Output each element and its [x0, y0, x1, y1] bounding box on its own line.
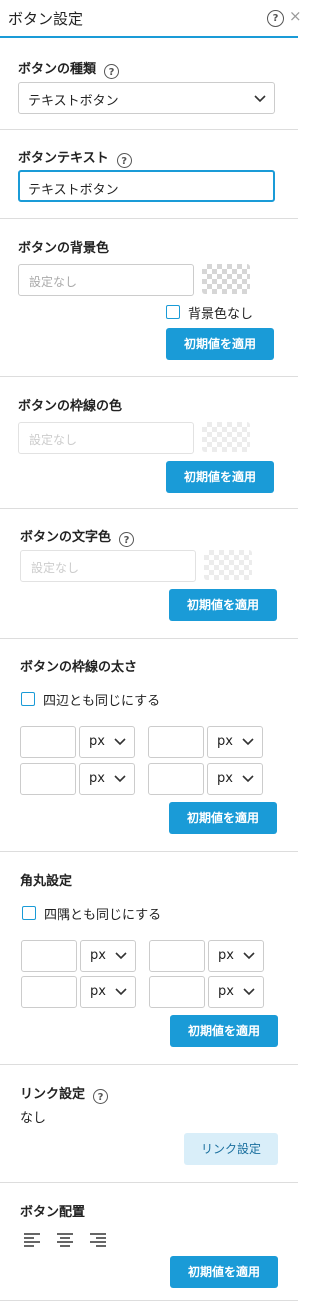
border-width-top-unit-select[interactable]: px	[79, 726, 135, 758]
unit-value: px	[217, 734, 233, 749]
bg-color-input[interactable]: 設定なし	[18, 264, 194, 296]
help-icon[interactable]: ?	[116, 153, 132, 168]
radius-top-left-unit-select[interactable]: px	[80, 940, 136, 972]
help-icon[interactable]: ?	[93, 1089, 109, 1104]
help-icon[interactable]: ?	[119, 532, 135, 547]
button-text-label: ボタンテキスト?	[18, 147, 132, 168]
align-left-icon[interactable]	[24, 1232, 40, 1248]
help-icon[interactable]: ?	[267, 10, 284, 27]
help-icon[interactable]: ?	[104, 64, 120, 79]
unit-value: px	[90, 948, 106, 963]
section-radius: 角丸設定 四隅とも同じにする px px px px 初期値を適用	[0, 852, 298, 1065]
radius-bottom-right-unit-select[interactable]: px	[208, 976, 264, 1008]
border-width-right-unit-select[interactable]: px	[207, 726, 263, 758]
chevron-down-icon	[114, 775, 126, 783]
chevron-down-icon	[115, 952, 127, 960]
border-width-apply-default-button[interactable]: 初期値を適用	[169, 802, 277, 834]
radius-bottom-left-input[interactable]	[21, 976, 77, 1008]
unit-value: px	[89, 734, 105, 749]
chevron-down-icon	[242, 738, 254, 746]
text-color-apply-default-button[interactable]: 初期値を適用	[169, 589, 277, 621]
chevron-down-icon	[243, 952, 255, 960]
chevron-down-icon	[243, 988, 255, 996]
border-color-label: ボタンの枠線の色	[18, 399, 123, 414]
align-center-icon[interactable]	[57, 1232, 73, 1248]
button-type-select[interactable]: テキストボタン	[18, 82, 275, 114]
bg-none-label: 背景色なし	[188, 307, 254, 322]
bg-color-swatch[interactable]	[202, 264, 250, 294]
border-width-right-input[interactable]	[148, 726, 204, 758]
bg-color-label: ボタンの背景色	[18, 241, 110, 256]
border-width-top-input[interactable]	[20, 726, 76, 758]
unit-value: px	[218, 948, 234, 963]
section-link: リンク設定? なし リンク設定	[0, 1065, 298, 1183]
section-border-width: ボタンの枠線の太さ 四辺とも同じにする px px px px 初期値を適用	[0, 639, 298, 852]
chevron-down-icon	[114, 738, 126, 746]
border-width-left-unit-select[interactable]: px	[207, 763, 263, 795]
bg-color-placeholder: 設定なし	[29, 275, 78, 289]
button-type-label: ボタンの種類?	[18, 58, 120, 79]
chevron-down-icon	[242, 775, 254, 783]
border-width-left-input[interactable]	[148, 763, 204, 795]
text-color-swatch[interactable]	[204, 550, 252, 580]
border-color-placeholder: 設定なし	[29, 433, 78, 447]
section-bg-color: ボタンの背景色 設定なし 背景色なし 初期値を適用	[0, 219, 298, 377]
text-color-placeholder: 設定なし	[31, 561, 80, 575]
panel-header: ボタン設定 ? ×	[0, 0, 302, 38]
radius-same-checkbox[interactable]	[22, 906, 36, 920]
border-same-label: 四辺とも同じにする	[43, 694, 161, 709]
radius-label: 角丸設定	[20, 874, 73, 889]
radius-apply-default-button[interactable]: 初期値を適用	[170, 1015, 278, 1047]
align-right-icon[interactable]	[90, 1232, 106, 1248]
align-apply-default-button[interactable]: 初期値を適用	[170, 1256, 278, 1288]
radius-top-right-unit-select[interactable]: px	[208, 940, 264, 972]
link-value: なし	[20, 1111, 47, 1126]
section-text-color: ボタンの文字色? 設定なし 初期値を適用	[0, 509, 298, 639]
section-button-type: ボタンの種類? テキストボタン	[0, 38, 298, 130]
radius-bottom-right-input[interactable]	[149, 976, 205, 1008]
button-type-value: テキストボタン	[28, 94, 119, 109]
unit-value: px	[89, 771, 105, 786]
link-settings-button[interactable]: リンク設定	[184, 1133, 278, 1165]
radius-bottom-left-unit-select[interactable]: px	[80, 976, 136, 1008]
unit-value: px	[217, 771, 233, 786]
unit-value: px	[90, 984, 106, 999]
button-text-value: テキストボタン	[28, 183, 119, 198]
unit-value: px	[218, 984, 234, 999]
link-label: リンク設定?	[20, 1083, 109, 1104]
border-same-checkbox[interactable]	[21, 692, 35, 706]
section-button-align: ボタン配置 初期値を適用	[0, 1183, 298, 1301]
radius-top-left-input[interactable]	[21, 940, 77, 972]
panel-title: ボタン設定	[8, 10, 84, 28]
radius-same-label: 四隅とも同じにする	[44, 908, 162, 923]
bg-apply-default-button[interactable]: 初期値を適用	[166, 328, 274, 360]
text-color-label: ボタンの文字色?	[20, 526, 135, 547]
chevron-down-icon	[115, 988, 127, 996]
button-align-label: ボタン配置	[20, 1205, 86, 1220]
border-color-swatch[interactable]	[202, 422, 250, 452]
section-border-color: ボタンの枠線の色 設定なし 初期値を適用	[0, 377, 298, 509]
bg-none-checkbox[interactable]	[166, 305, 180, 319]
text-color-input[interactable]: 設定なし	[20, 550, 196, 582]
close-icon[interactable]: ×	[289, 7, 302, 25]
chevron-down-icon	[254, 95, 266, 103]
border-width-bottom-input[interactable]	[20, 763, 76, 795]
border-width-bottom-unit-select[interactable]: px	[79, 763, 135, 795]
radius-top-right-input[interactable]	[149, 940, 205, 972]
section-button-text: ボタンテキスト? テキストボタン	[0, 130, 298, 219]
border-width-label: ボタンの枠線の太さ	[20, 660, 138, 675]
border-color-input[interactable]: 設定なし	[18, 422, 194, 454]
border-color-apply-default-button[interactable]: 初期値を適用	[166, 461, 274, 493]
button-text-input[interactable]: テキストボタン	[18, 170, 275, 202]
